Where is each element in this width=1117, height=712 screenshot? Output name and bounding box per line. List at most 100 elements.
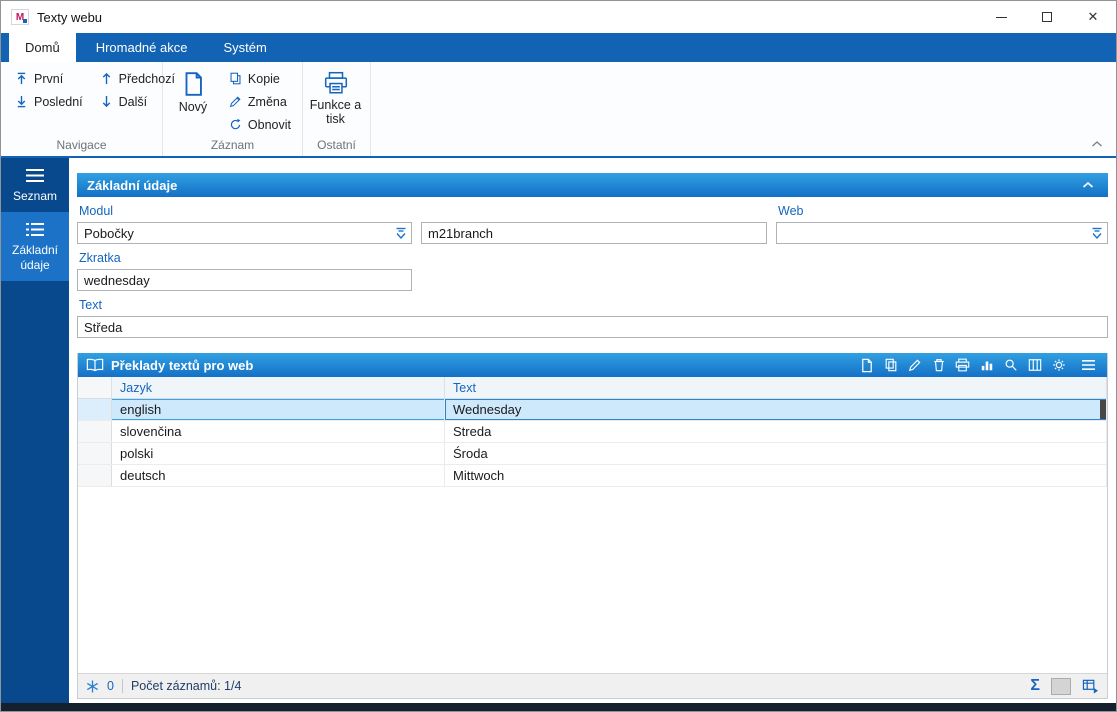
web-input[interactable]	[776, 222, 1108, 244]
tab-hromadne-akce[interactable]: Hromadné akce	[80, 33, 204, 62]
table-row[interactable]: polski Środa	[78, 443, 1107, 465]
window-controls: ✕	[978, 1, 1116, 33]
window-bottom-edge	[1, 703, 1116, 711]
ribbon: První Poslední Předchozí Další Navigace …	[1, 62, 1116, 158]
app-icon: M	[11, 9, 29, 25]
ribbon-group-ostatni: Funkce a tisk Ostatní	[303, 62, 371, 156]
table-cell-text[interactable]: Środa	[445, 443, 1107, 464]
printer-icon	[323, 71, 349, 95]
record-count-label: Počet záznamů: 1/4	[130, 679, 242, 693]
table-row[interactable]: deutsch Mittwoch	[78, 465, 1107, 487]
code-input[interactable]	[421, 222, 767, 244]
first-record-button[interactable]: První	[9, 67, 88, 90]
row-selector-cell[interactable]	[78, 421, 112, 442]
edit-record-button[interactable]: Změna	[223, 90, 296, 113]
table-header-row: Jazyk Text	[78, 377, 1107, 399]
functions-print-button[interactable]: Funkce a tisk	[307, 67, 364, 127]
sidebar: Seznam Základní údaje	[1, 158, 69, 703]
titlebar: M Texty webu ✕	[1, 1, 1116, 33]
refresh-button[interactable]: Obnovit	[223, 113, 296, 136]
table-cell-text[interactable]: Streda	[445, 421, 1107, 442]
button-label: Obnovit	[247, 117, 291, 132]
app-window: M Texty webu ✕ Domů Hromadné akce Systém…	[0, 0, 1117, 712]
pencil-icon	[228, 94, 243, 109]
copy-row-button[interactable]	[880, 355, 901, 376]
text-input[interactable]	[77, 316, 1108, 338]
last-record-button[interactable]: Poslední	[9, 90, 88, 113]
sidebar-item-zakladni-udaje[interactable]: Základní údaje	[1, 212, 69, 282]
group-label-navigace: Navigace	[56, 138, 107, 152]
row-selector-cell[interactable]	[78, 443, 112, 464]
tab-system[interactable]: Systém	[207, 33, 282, 62]
sum-button[interactable]: Σ	[1030, 678, 1040, 694]
web-label: Web	[778, 204, 804, 218]
dropdown-icon[interactable]	[392, 225, 410, 241]
table-cell-jazyk[interactable]: deutsch	[112, 465, 445, 486]
group-label-zaznam: Záznam	[210, 138, 255, 152]
dropdown-icon[interactable]	[1088, 225, 1106, 241]
table-cell-jazyk[interactable]: slovenčina	[112, 421, 445, 442]
chart-button[interactable]	[976, 355, 997, 376]
search-button[interactable]	[1000, 355, 1021, 376]
grid-title: Překlady textů pro web	[111, 357, 254, 373]
column-header-text[interactable]: Text	[445, 377, 1107, 398]
section-header-zakladni-udaje: Základní údaje	[77, 173, 1108, 197]
list-icon	[25, 222, 45, 237]
ribbon-collapse-button[interactable]	[1088, 137, 1106, 151]
edit-row-button[interactable]	[904, 355, 925, 376]
column-header-jazyk[interactable]: Jazyk	[112, 377, 445, 398]
table-cell-jazyk[interactable]: polski	[112, 443, 445, 464]
row-selector-cell[interactable]	[78, 465, 112, 486]
new-record-button[interactable]: Nový	[171, 67, 215, 114]
gray-button[interactable]	[1051, 677, 1071, 695]
zkratka-input[interactable]	[77, 269, 412, 291]
ribbon-tab-bar: Domů Hromadné akce Systém	[1, 33, 1116, 62]
arrow-up-icon	[99, 71, 114, 86]
arrow-down-icon	[99, 94, 114, 109]
minimize-button[interactable]	[978, 1, 1024, 33]
flag-count: 0	[107, 679, 114, 693]
close-button[interactable]: ✕	[1070, 1, 1116, 33]
web-combobox[interactable]	[776, 222, 1108, 244]
status-bar: 0 Počet záznamů: 1/4 Σ	[78, 673, 1107, 698]
copy-record-button[interactable]: Kopie	[223, 67, 296, 90]
hamburger-icon	[25, 168, 45, 183]
settings-button[interactable]	[1048, 355, 1069, 376]
section-collapse-button[interactable]	[1078, 176, 1098, 194]
table-cell-text[interactable]: Mittwoch	[445, 465, 1107, 486]
table-row[interactable]: english Wednesday	[78, 399, 1107, 421]
new-row-button[interactable]	[856, 355, 877, 376]
minimize-icon	[995, 16, 1007, 18]
grid-header: Překlady textů pro web	[78, 353, 1107, 377]
form-area: Modul Web Pobočky m21branch Zkratka wedn…	[77, 197, 1108, 353]
button-label: Změna	[247, 94, 287, 109]
select-all-cell[interactable]	[78, 377, 112, 398]
modul-combobox[interactable]	[77, 222, 412, 244]
row-selector-cell[interactable]	[78, 399, 112, 420]
table-cell-jazyk[interactable]: english	[112, 399, 445, 420]
sidebar-item-seznam[interactable]: Seznam	[1, 158, 69, 212]
print-button[interactable]	[952, 355, 973, 376]
translations-grid-panel: Překlady textů pro web Jazyk Text englis…	[77, 353, 1108, 699]
app-icon-dot	[23, 19, 27, 23]
grid-toolbar	[856, 355, 1099, 376]
book-icon	[86, 358, 104, 372]
maximize-button[interactable]	[1024, 1, 1070, 33]
table-empty-area	[78, 487, 1107, 673]
main-content: Základní údaje Modul Web Pobočky m21bran…	[69, 158, 1116, 703]
table-cell-text[interactable]: Wednesday	[445, 399, 1107, 420]
table-refresh-button[interactable]	[1082, 678, 1099, 694]
tab-domu[interactable]: Domů	[9, 33, 76, 62]
modul-input[interactable]	[77, 222, 412, 244]
button-label: Další	[118, 94, 148, 109]
columns-button[interactable]	[1024, 355, 1045, 376]
menu-button[interactable]	[1078, 355, 1099, 376]
delete-row-button[interactable]	[928, 355, 949, 376]
copy-icon	[228, 71, 243, 86]
button-label: První	[34, 71, 64, 86]
table-row[interactable]: slovenčina Streda	[78, 421, 1107, 443]
zkratka-label: Zkratka	[79, 251, 121, 265]
sidebar-item-label: Základní údaje	[11, 243, 59, 272]
button-label: Funkce a tisk	[309, 98, 362, 127]
